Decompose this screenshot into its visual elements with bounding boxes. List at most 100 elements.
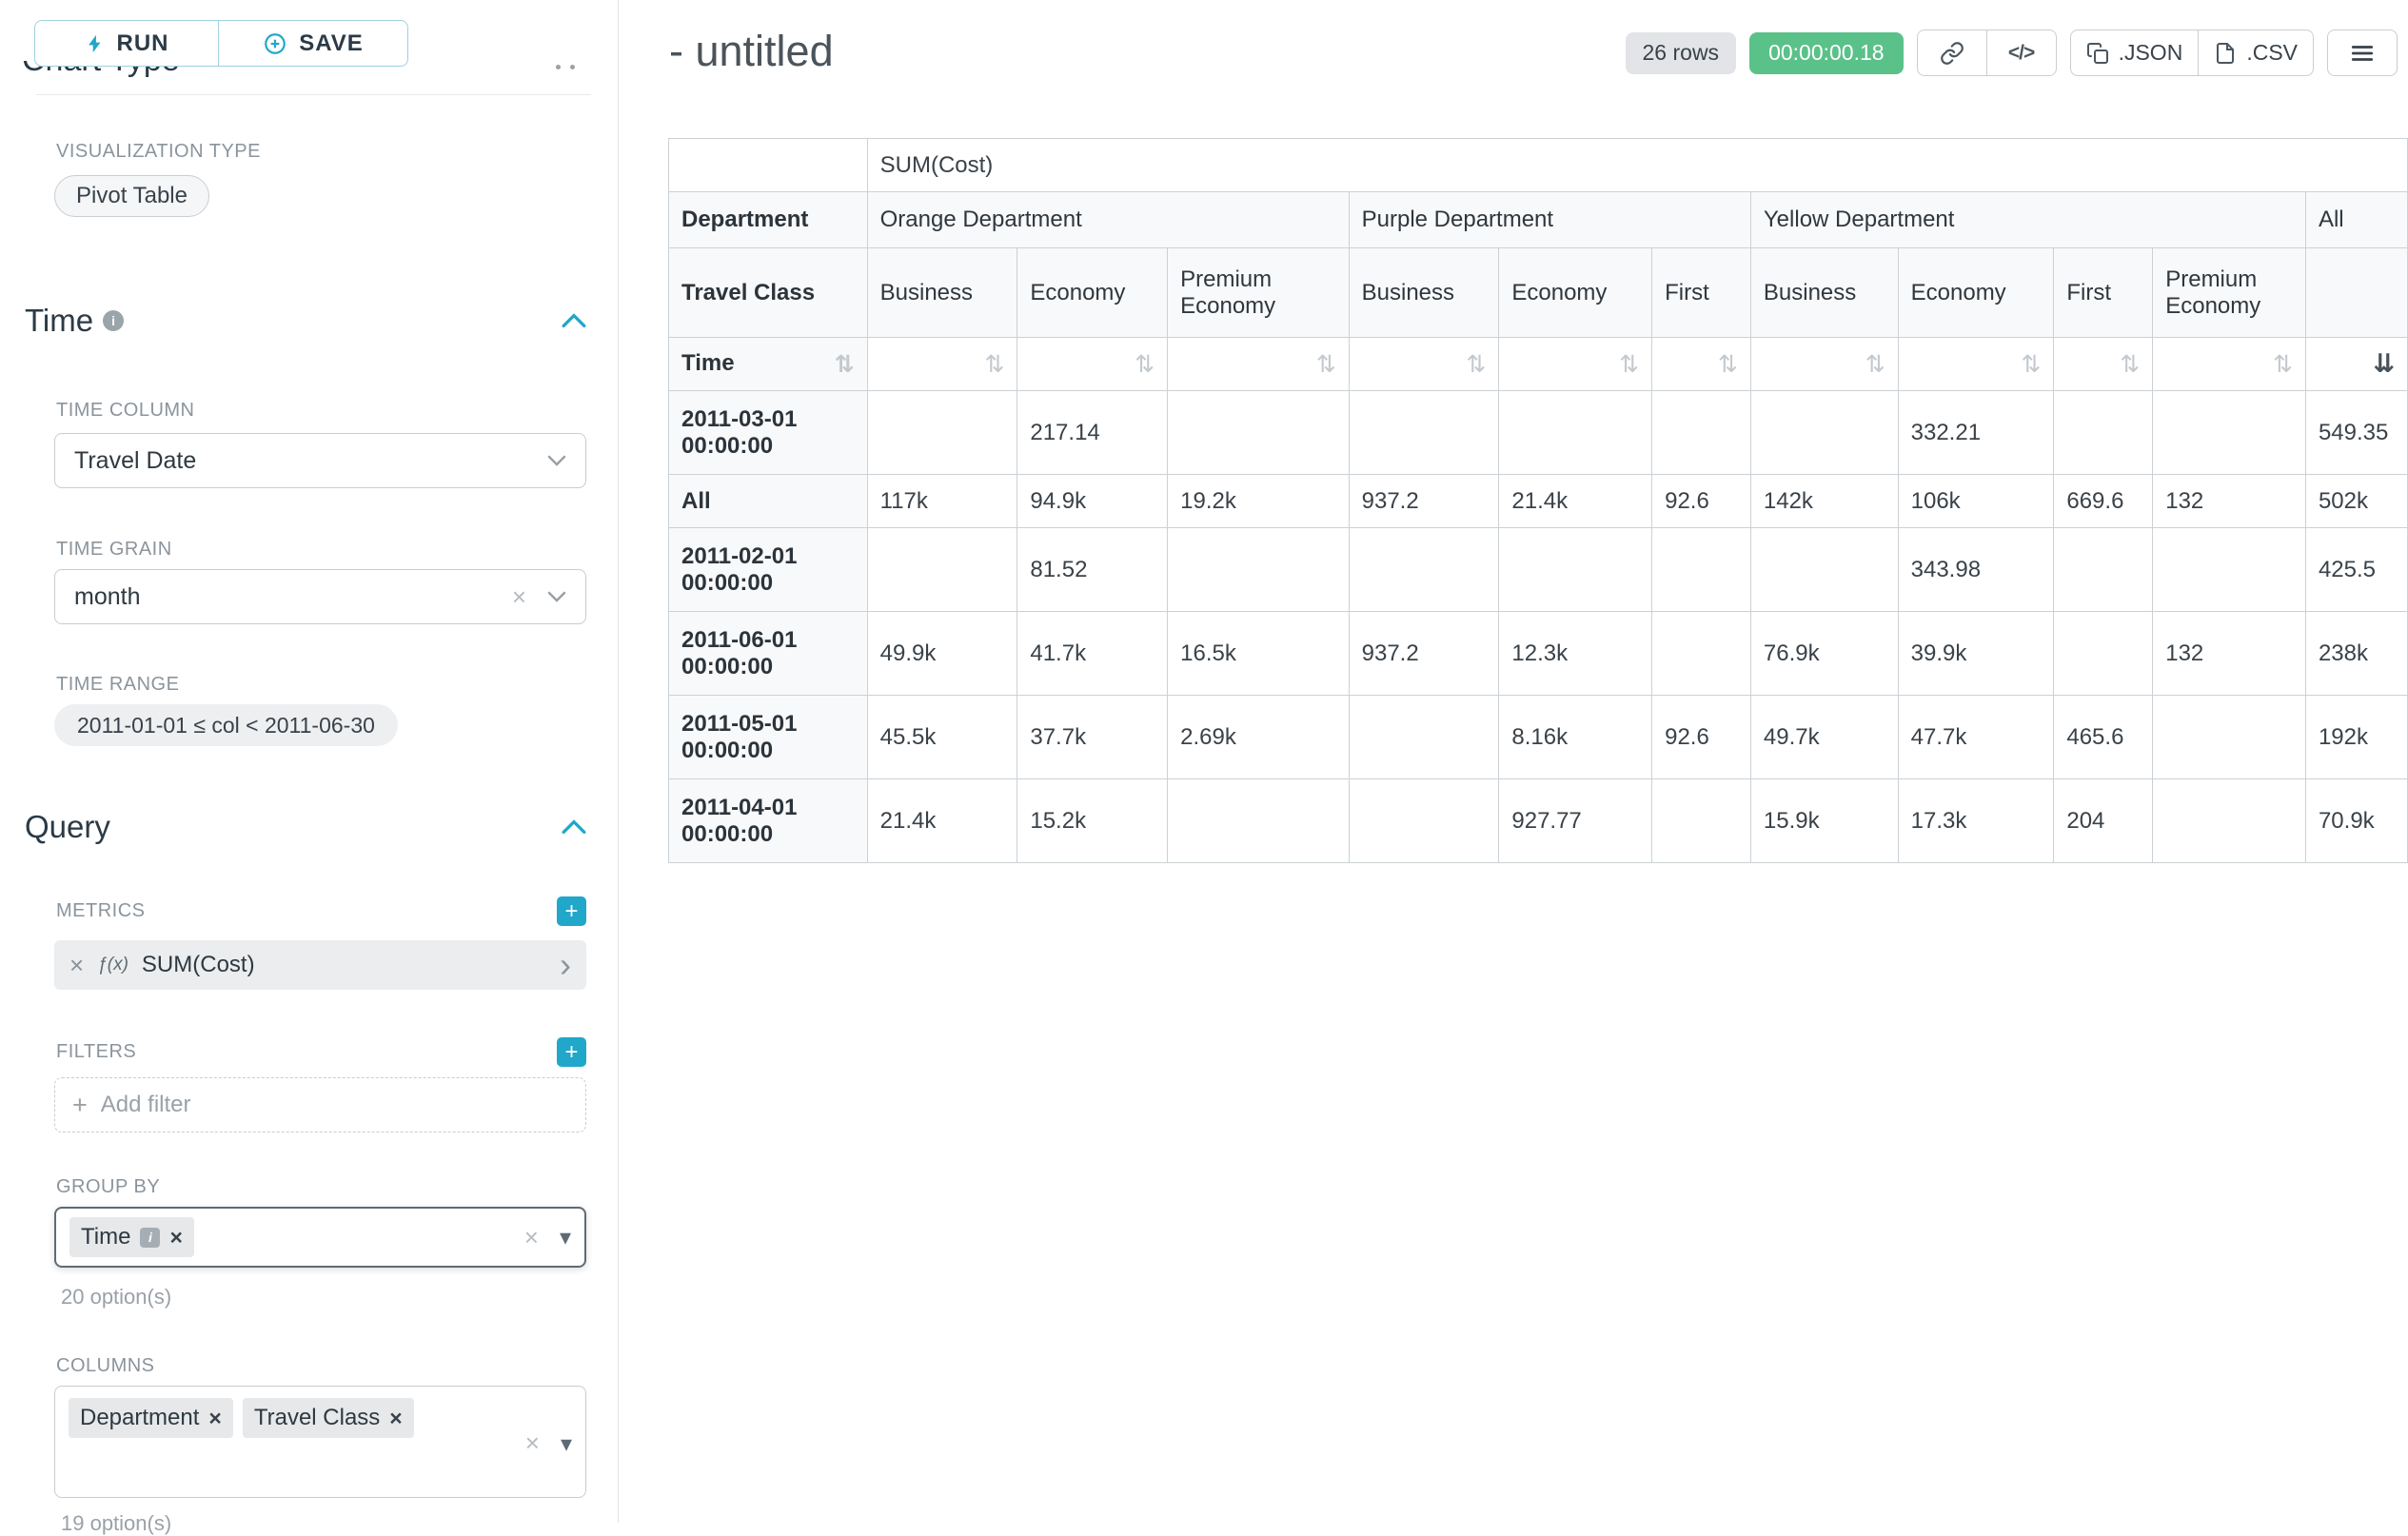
pivot-value-cell: [1168, 528, 1350, 612]
time-grain-label: TIME GRAIN: [56, 539, 172, 561]
chevron-right-icon[interactable]: ›: [560, 948, 571, 982]
file-icon: [2214, 42, 2237, 65]
sort-icon[interactable]: ⇅: [1135, 350, 1155, 378]
pivot-value-cell: 76.9k: [1750, 612, 1898, 696]
pivot-value-cell: 39.9k: [1898, 612, 2054, 696]
pivot-sort-cell[interactable]: ⇅: [1750, 338, 1898, 391]
pivot-value-cell: 49.9k: [867, 612, 1017, 696]
save-button[interactable]: SAVE: [218, 20, 408, 67]
caret-down-icon[interactable]: ▾: [561, 1430, 572, 1457]
pivot-value-cell: 21.4k: [1499, 475, 1652, 528]
visualization-type-pill[interactable]: Pivot Table: [54, 175, 209, 217]
sort-icon[interactable]: ⇅: [1865, 350, 1885, 378]
sort-icon[interactable]: ⇅: [835, 350, 855, 378]
clear-icon[interactable]: ×: [525, 1428, 540, 1458]
info-icon[interactable]: i: [140, 1228, 160, 1248]
link-icon: [1940, 41, 1964, 66]
code-icon: </>: [2008, 42, 2034, 65]
sort-icon[interactable]: ⇅: [1466, 350, 1486, 378]
pivot-all-header: All: [2305, 192, 2407, 248]
export-json-button[interactable]: .JSON: [2070, 30, 2200, 76]
pivot-value-cell: [1168, 779, 1350, 863]
sort-icon[interactable]: ⇅: [2021, 350, 2041, 378]
columns-tag[interactable]: Travel Class×: [243, 1398, 414, 1438]
add-filter-plus-button[interactable]: +: [557, 1037, 586, 1067]
chart-area: - untitled 26 rows 00:00:00.18 </> .JSON…: [619, 0, 2408, 1523]
groupby-tag[interactable]: Timei ×: [69, 1217, 194, 1257]
more-options-button[interactable]: [2327, 30, 2398, 76]
remove-tag-icon[interactable]: ×: [389, 1406, 402, 1431]
query-section-header[interactable]: Query: [25, 809, 586, 845]
section-divider: [36, 94, 591, 95]
metric-pill[interactable]: × ƒ(x) SUM(Cost) ›: [54, 940, 586, 990]
pivot-sort-cell[interactable]: ⇅: [2153, 338, 2306, 391]
remove-tag-icon[interactable]: ×: [208, 1406, 221, 1431]
chevron-up-icon[interactable]: [562, 313, 586, 328]
sort-icon[interactable]: ⇅: [1718, 350, 1738, 378]
pivot-value-cell: 132: [2153, 612, 2306, 696]
plus-circle-icon: [263, 31, 287, 56]
pivot-sort-cell[interactable]: ⇅: [1349, 338, 1499, 391]
pivot-class-header: First: [1652, 248, 1751, 338]
pivot-sort-cell[interactable]: ⇅: [1499, 338, 1652, 391]
pivot-value-cell: 92.6: [1652, 696, 1751, 779]
sort-icon[interactable]: ⇅: [2273, 350, 2293, 378]
tag-label: Department: [80, 1405, 199, 1431]
metric-name: SUM(Cost): [142, 952, 546, 978]
chevron-down-icon[interactable]: [547, 591, 566, 602]
pivot-sort-cell[interactable]: ⇅: [1652, 338, 1751, 391]
pivot-class-header-empty: [2305, 248, 2407, 338]
clear-icon[interactable]: ×: [512, 582, 526, 612]
pivot-value-cell: 81.52: [1017, 528, 1168, 612]
pivot-sort-cell[interactable]: ⇅: [1017, 338, 1168, 391]
columns-tag[interactable]: Department ×: [69, 1398, 233, 1438]
pivot-sort-cell[interactable]: ⇊: [2305, 338, 2407, 391]
embed-code-button[interactable]: </>: [1986, 30, 2057, 76]
add-filter-button[interactable]: + Add filter: [54, 1077, 586, 1132]
pivot-value-cell: 94.9k: [1017, 475, 1168, 528]
sort-icon[interactable]: ⇅: [1619, 350, 1639, 378]
pivot-value-cell: 17.3k: [1898, 779, 2054, 863]
pivot-group-header: Orange Department: [867, 192, 1349, 248]
menu-icon: [2350, 41, 2375, 66]
columns-select[interactable]: Department×Travel Class× × ▾: [54, 1386, 586, 1498]
remove-tag-icon[interactable]: ×: [169, 1225, 182, 1250]
pivot-value-cell: [1652, 612, 1751, 696]
group-by-select[interactable]: Timei × × ▾: [54, 1207, 586, 1268]
link-button[interactable]: [1917, 30, 1987, 76]
metrics-label: METRICS: [56, 900, 146, 922]
add-metric-button[interactable]: +: [557, 896, 586, 926]
time-section-header[interactable]: Time i: [25, 303, 586, 339]
run-button[interactable]: RUN: [34, 20, 219, 67]
sort-icon[interactable]: ⇅: [1316, 350, 1336, 378]
pivot-sort-cell[interactable]: ⇅: [2054, 338, 2153, 391]
pivot-row-label: 2011-03-01 00:00:00: [669, 391, 868, 475]
time-range-pill[interactable]: 2011-01-01 ≤ col < 2011-06-30: [54, 704, 398, 746]
sort-desc-icon[interactable]: ⇊: [2373, 349, 2395, 379]
pivot-sort-cell[interactable]: ⇅: [1168, 338, 1350, 391]
time-range-label: TIME RANGE: [56, 674, 179, 696]
share-button-group: </>: [1917, 30, 2057, 76]
chevron-down-icon[interactable]: [547, 455, 566, 466]
clear-icon[interactable]: ×: [524, 1223, 539, 1252]
info-icon: i: [103, 310, 124, 331]
caret-down-icon[interactable]: ▾: [560, 1224, 571, 1250]
pivot-row-label: 2011-05-01 00:00:00: [669, 696, 868, 779]
tag-label: Time: [81, 1224, 130, 1250]
groupby-tags: Timei ×: [69, 1217, 524, 1257]
pivot-sort-cell[interactable]: ⇅: [867, 338, 1017, 391]
pivot-value-cell: 45.5k: [867, 696, 1017, 779]
time-column-select[interactable]: Travel Date: [54, 433, 586, 488]
sort-icon[interactable]: ⇅: [2120, 350, 2140, 378]
pivot-value-cell: 502k: [2305, 475, 2407, 528]
clipped-control-dots: [556, 65, 575, 69]
time-grain-select[interactable]: month ×: [54, 569, 586, 624]
remove-metric-icon[interactable]: ×: [69, 951, 84, 980]
pivot-value-cell: [2153, 779, 2306, 863]
pivot-row-label: 2011-06-01 00:00:00: [669, 612, 868, 696]
columns-label: COLUMNS: [56, 1355, 155, 1377]
pivot-sort-cell[interactable]: ⇅: [1898, 338, 2054, 391]
export-csv-button[interactable]: .CSV: [2198, 30, 2314, 76]
chevron-up-icon[interactable]: [562, 819, 586, 835]
sort-icon[interactable]: ⇅: [984, 350, 1004, 378]
